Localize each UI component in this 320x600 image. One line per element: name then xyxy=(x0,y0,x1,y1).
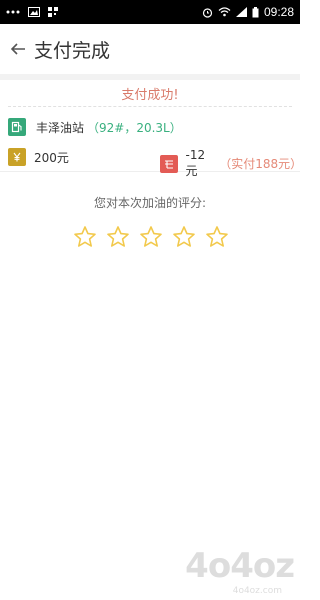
star-icon[interactable] xyxy=(139,225,163,249)
gas-station-icon xyxy=(8,118,26,136)
image-icon xyxy=(28,7,40,17)
station-name: 丰泽油站 xyxy=(36,120,85,135)
star-icon[interactable] xyxy=(205,225,229,249)
star-icon[interactable] xyxy=(172,225,196,249)
yuan-icon xyxy=(8,148,26,166)
more-dots-icon xyxy=(6,10,20,14)
paid-amount: （实付188元） xyxy=(219,157,303,171)
star-rating[interactable] xyxy=(73,225,229,249)
station-detail: （92#，20.3L） xyxy=(87,120,182,135)
watermark-subtext: 4o4oz.com xyxy=(232,586,282,596)
signal-icon xyxy=(235,7,247,17)
discount-amount: -12元 xyxy=(185,148,206,178)
alarm-icon xyxy=(202,7,213,18)
watermark-logo: 4o4oz 4o4oz.com xyxy=(185,546,295,596)
discount-icon xyxy=(160,154,178,173)
watermark-text: 4o4oz xyxy=(185,546,295,586)
payment-card: 支付成功! 丰泽油站 （92#，20.3L） 200元 -12元 （实付188元… xyxy=(0,80,302,178)
order-amount: 200元 xyxy=(34,150,69,165)
qr-icon xyxy=(48,7,58,17)
status-bar: 09:28 xyxy=(0,0,300,24)
station-row: 丰泽油站 （92#，20.3L） xyxy=(8,118,182,136)
wifi-icon xyxy=(218,7,231,17)
star-icon[interactable] xyxy=(73,225,97,249)
payment-success-text: 支付成功! xyxy=(121,88,179,103)
status-time: 09:28 xyxy=(263,5,294,19)
page-title: 支付完成 xyxy=(34,39,111,62)
status-left-icons xyxy=(6,7,58,17)
rating-prompt: 您对本次加油的评分: xyxy=(93,196,207,210)
star-icon[interactable] xyxy=(106,225,130,249)
battery-icon xyxy=(252,6,259,18)
amount-row: 200元 xyxy=(8,148,69,166)
discount-row: -12元 （实付188元） xyxy=(160,148,303,179)
arrow-left-icon[interactable] xyxy=(8,39,28,59)
header: 支付完成 xyxy=(0,24,300,74)
dashed-divider xyxy=(8,106,292,107)
status-right-icons: 09:28 xyxy=(202,5,294,19)
